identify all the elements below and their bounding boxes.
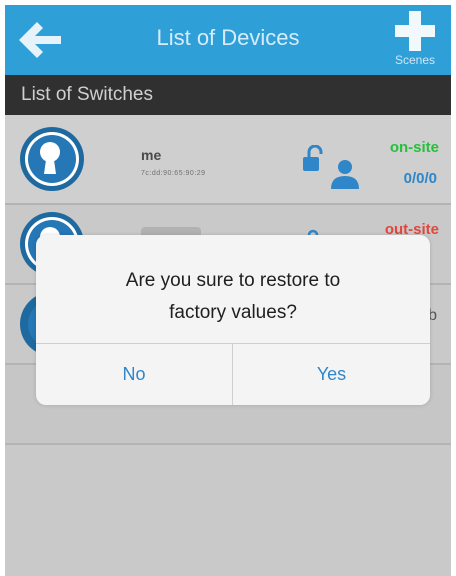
scenes-button[interactable]: Scenes xyxy=(383,9,447,71)
top-bar: List of Devices Scenes xyxy=(5,5,451,75)
back-button[interactable] xyxy=(15,17,65,63)
device-mac: 7c:dd:90:65:90:29 xyxy=(141,170,206,177)
unlock-icon xyxy=(303,145,323,171)
status-on-site: on-site xyxy=(389,139,439,156)
section-header: List of Switches xyxy=(5,75,451,115)
dialog-message: Are you sure to restore to factory value… xyxy=(56,265,410,329)
confirm-dialog: Are you sure to restore to factory value… xyxy=(36,235,430,405)
dialog-message-line2: factory values? xyxy=(169,302,297,323)
bulb-icon xyxy=(20,127,84,191)
dialog-message-line1: Are you sure to restore to xyxy=(125,270,341,291)
yes-button[interactable]: Yes xyxy=(233,344,430,405)
device-count: 0/0/0 xyxy=(403,170,437,187)
device-row[interactable]: me 7c:dd:90:65:90:29 on-site 0/0/0 xyxy=(5,115,451,205)
section-title: List of Switches xyxy=(21,84,153,105)
app-screen: List of Devices Scenes List of Switches … xyxy=(5,5,451,576)
page-title: List of Devices xyxy=(156,25,300,50)
list-item-empty xyxy=(5,445,451,576)
no-button[interactable]: No xyxy=(36,344,232,405)
plus-icon xyxy=(395,11,435,51)
arrow-left-icon xyxy=(19,22,61,58)
device-name: me xyxy=(141,147,162,163)
user-icon xyxy=(331,160,359,189)
scenes-label: Scenes xyxy=(394,53,436,67)
